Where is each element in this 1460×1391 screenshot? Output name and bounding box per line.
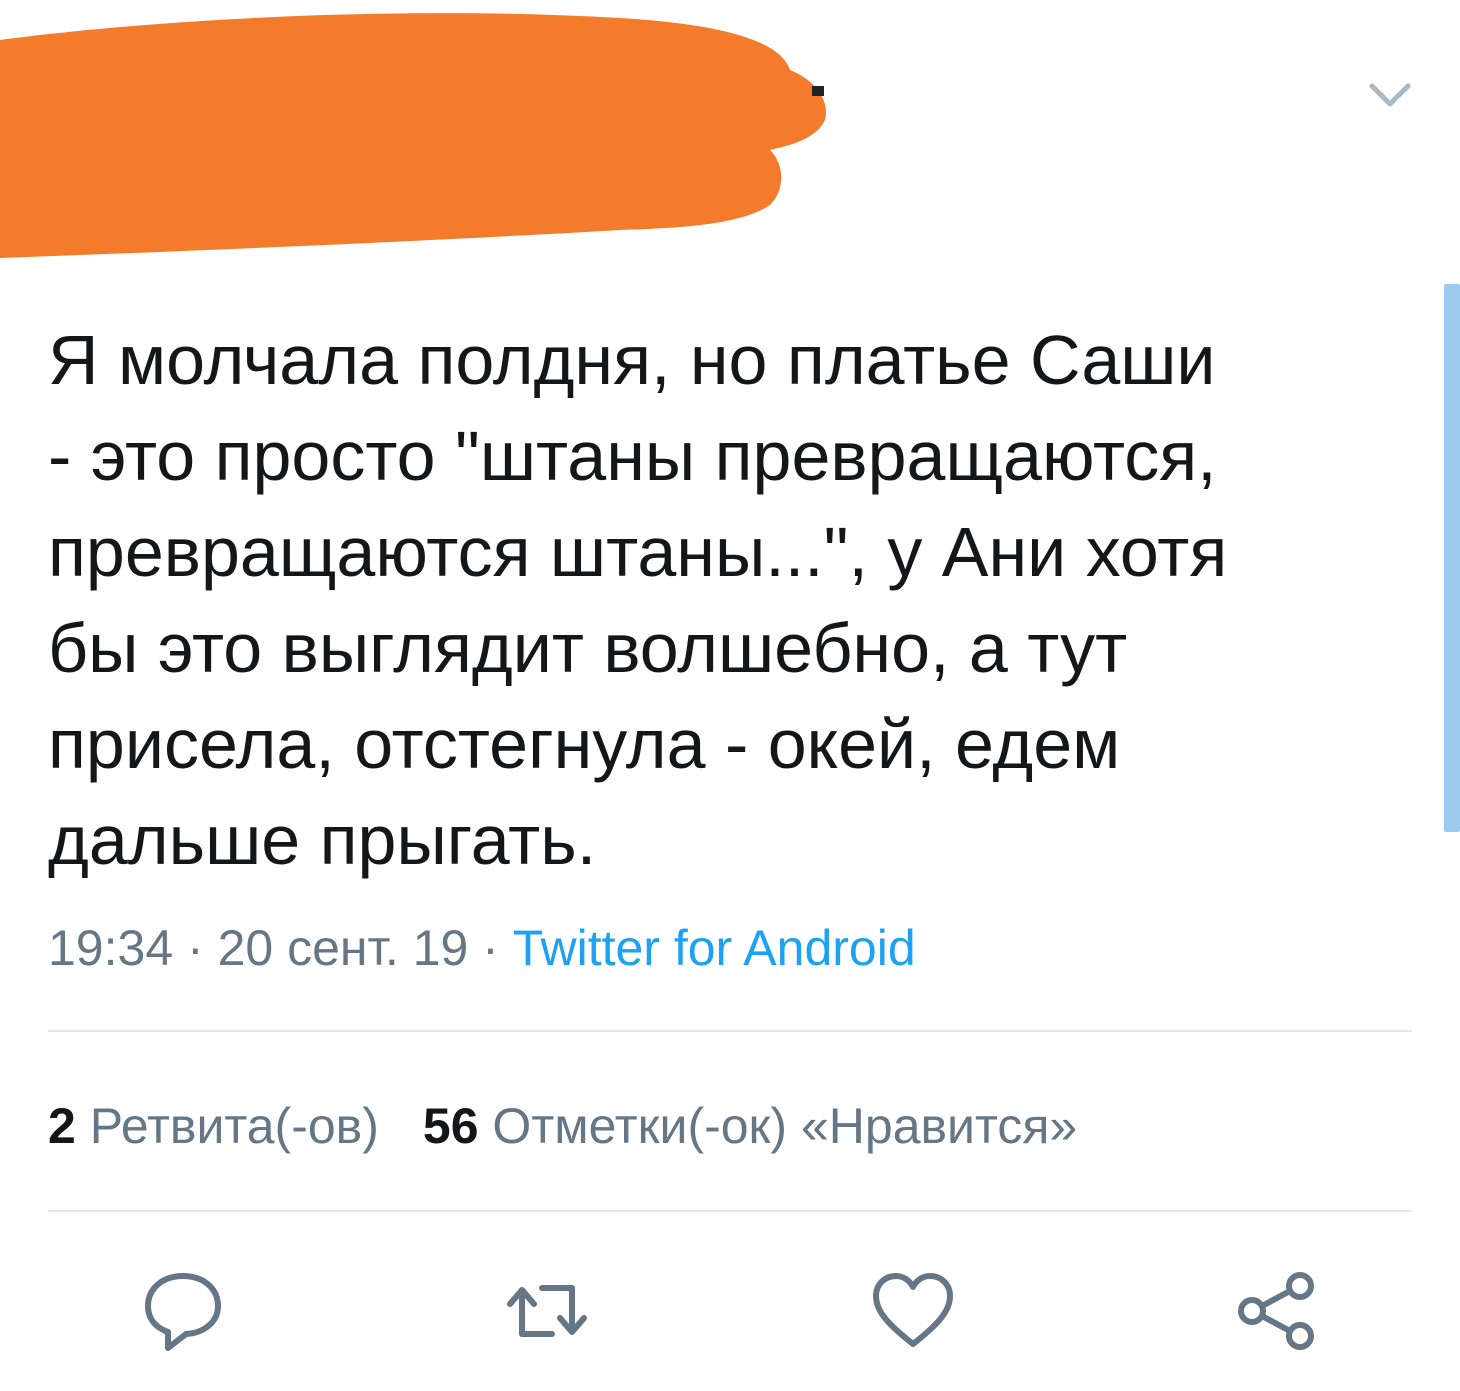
likes-stat[interactable]: 56 Отметки(-ок) «Нравится» [423,1098,1077,1154]
chevron-down-icon[interactable] [1364,74,1416,114]
scrollbar[interactable] [1444,284,1460,832]
retweets-label: Ретвита(-ов) [89,1098,379,1154]
like-icon [873,1273,953,1347]
tweet-time: 19:34 [48,920,174,976]
reply-icon [145,1273,221,1351]
tweet-source-link[interactable]: Twitter for Android [513,920,916,976]
share-icon [1238,1272,1314,1350]
share-button[interactable] [1234,1268,1320,1354]
tweet-detail-view: Я молчала полдня, но платье Саши - это п… [0,0,1460,1391]
reply-button[interactable] [140,1268,226,1354]
retweet-button[interactable] [504,1268,590,1354]
tweet-date: 20 сент. 19 [217,920,469,976]
divider [48,1210,1412,1212]
likes-count: 56 [422,1098,479,1154]
tweet-stats: 2 Ретвита(-ов) 56 Отметки(-ок) «Нравится» [48,1094,1077,1158]
redaction-scribble [0,13,826,258]
like-button[interactable] [870,1268,956,1354]
meta-separator: · [173,920,218,976]
retweets-stat[interactable]: 2 Ретвита(-ов) [48,1098,379,1154]
meta-separator: · [468,920,513,976]
tweet-text: Я молчала полдня, но платье Саши - это п… [48,321,1228,879]
retweets-count: 2 [48,1098,76,1154]
likes-label: Отметки(-ок) «Нравится» [492,1098,1078,1154]
divider [48,1030,1412,1032]
retweet-icon [507,1285,587,1337]
tweet-meta: 19:34 · 20 сент. 19 · Twitter for Androi… [48,916,916,980]
